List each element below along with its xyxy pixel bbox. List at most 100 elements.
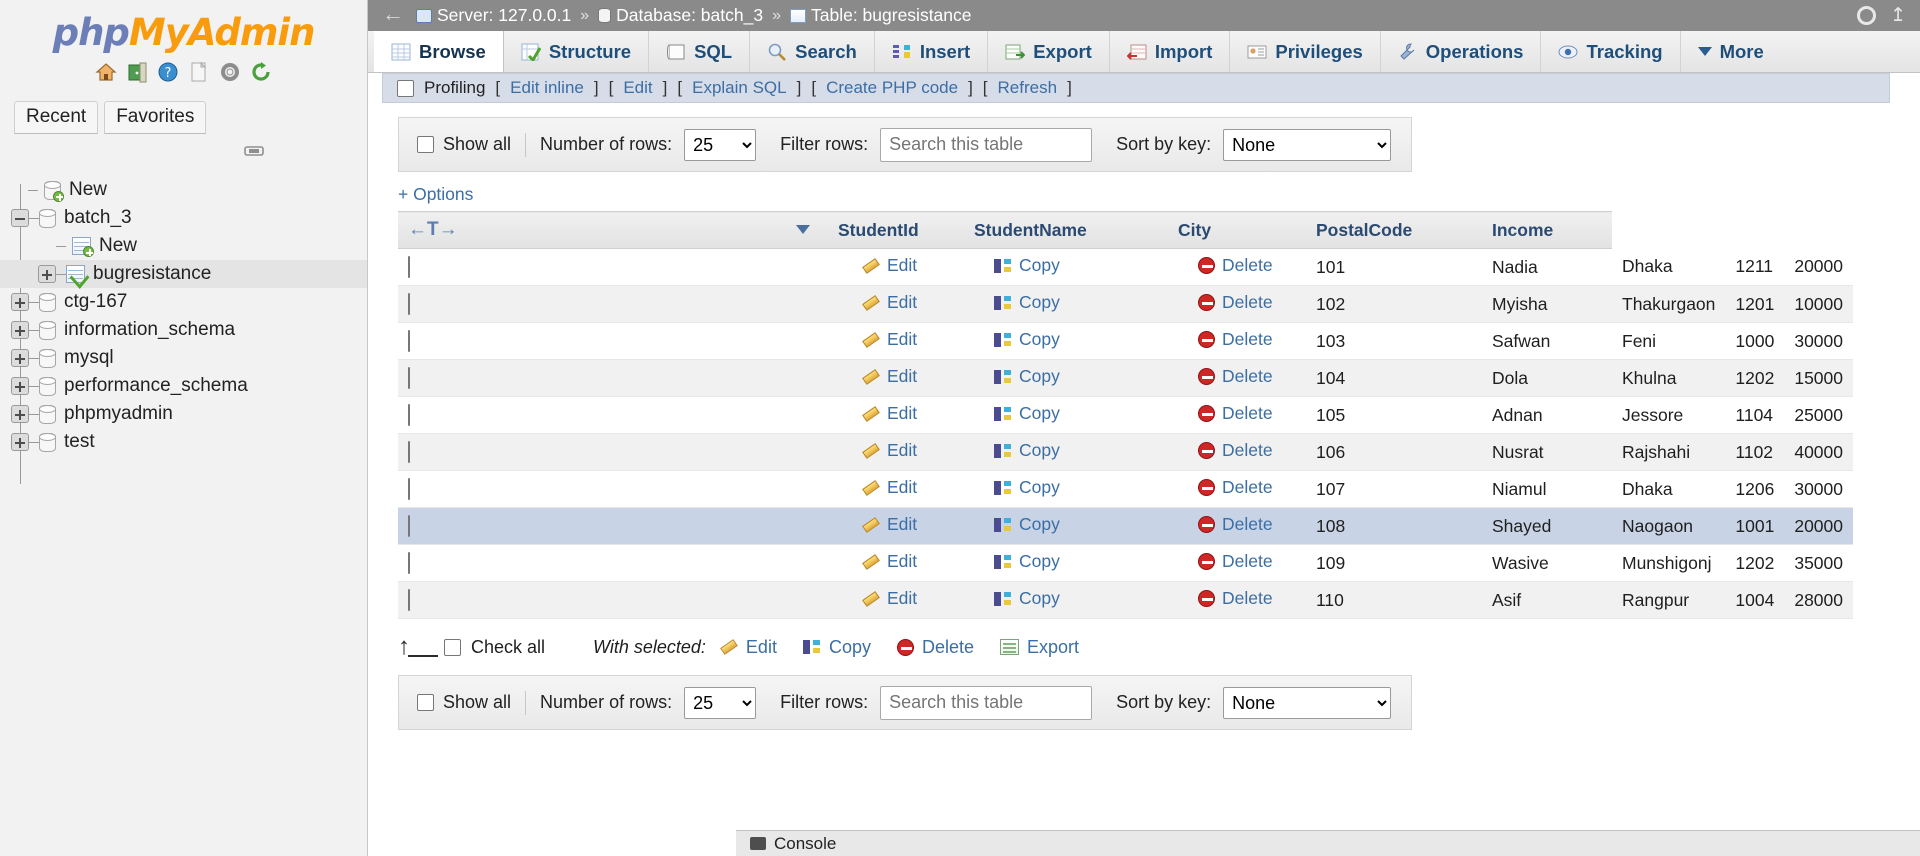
delete-row-button[interactable]: Delete [1198,551,1273,572]
collapse-icon[interactable]: ↥ [1890,4,1906,27]
copy-row-button[interactable]: Copy [994,514,1060,535]
row-copy-cell[interactable]: Copy [964,433,1168,471]
edit-row-button[interactable]: Edit [862,440,917,461]
delete-row-button[interactable]: Delete [1198,403,1273,424]
copy-row-button[interactable]: Copy [994,366,1060,387]
tree-item-performance_schema[interactable]: performance_schema [0,372,367,400]
explain-sql-link[interactable]: Explain SQL [692,78,787,98]
copy-row-button[interactable]: Copy [994,440,1060,461]
row-copy-cell[interactable]: Copy [964,248,1168,286]
delete-row-button[interactable]: Delete [1198,588,1273,609]
row-checkbox[interactable] [408,588,410,611]
show-all-group-bottom[interactable]: Show all [417,692,511,713]
row-checkbox[interactable] [408,255,410,278]
row-checkbox[interactable] [408,551,410,574]
tree-item-ctg-167[interactable]: ctg-167 [0,288,367,316]
delete-row-button[interactable]: Delete [1198,514,1273,535]
row-delete-cell[interactable]: Delete [1168,470,1306,508]
tree-item-bugresistance[interactable]: bugresistance [0,260,367,288]
row-delete-cell[interactable]: Delete [1168,322,1306,360]
table-row[interactable]: Edit Copy Delete 108 Shayed Naogaon 1001 20000 [398,507,1854,545]
copy-row-button[interactable]: Copy [994,588,1060,609]
check-all-checkbox[interactable] [444,638,461,656]
column-header-studentid[interactable]: StudentId [828,211,964,249]
tree-item-test[interactable]: test [0,428,367,456]
column-header-studentname[interactable]: StudentName [964,211,1168,249]
row-copy-cell[interactable]: Copy [964,285,1168,323]
tab-insert[interactable]: Insert [875,31,989,72]
sort-by-key-select-bottom[interactable]: None [1223,686,1392,719]
row-copy-cell[interactable]: Copy [964,359,1168,397]
table-row[interactable]: Edit Copy Delete 109 Wasive Munshigonj 1202 350… [398,544,1854,582]
edit-row-button[interactable]: Edit [862,477,917,498]
row-checkbox[interactable] [408,440,410,463]
bulk-edit-button[interactable]: Edit [720,637,777,658]
edit-row-button[interactable]: Edit [862,403,917,424]
row-edit-cell[interactable]: Edit [828,470,964,508]
table-row[interactable]: Edit Copy Delete 101 Nadia Dhaka 1211 20000 [398,248,1854,286]
number-of-rows-select[interactable]: 25 [684,128,757,161]
logout-icon[interactable] [126,61,148,83]
row-checkbox-cell[interactable] [398,581,828,619]
row-checkbox-cell[interactable] [398,544,828,582]
row-edit-cell[interactable]: Edit [828,359,964,397]
show-all-group[interactable]: Show all [417,134,511,155]
edit-link[interactable]: Edit [623,78,652,98]
tab-structure[interactable]: Structure [504,31,650,72]
tab-recent[interactable]: Recent [14,101,99,134]
row-checkbox[interactable] [408,403,410,426]
chevron-down-icon[interactable] [796,225,810,234]
row-checkbox[interactable] [408,477,410,500]
delete-row-button[interactable]: Delete [1198,329,1273,350]
tab-favorites[interactable]: Favorites [104,101,207,134]
row-edit-cell[interactable]: Edit [828,285,964,323]
row-copy-cell[interactable]: Copy [964,544,1168,582]
delete-row-button[interactable]: Delete [1198,440,1273,461]
row-edit-cell[interactable]: Edit [828,507,964,545]
docs-icon[interactable]: ? [157,61,179,83]
reload-icon[interactable] [250,61,272,83]
copy-row-button[interactable]: Copy [994,292,1060,313]
sort-arrows-icon[interactable]: ←T→ [408,219,818,241]
row-delete-cell[interactable]: Delete [1168,433,1306,471]
expand-plus-icon[interactable] [11,377,29,395]
filter-rows-input-bottom[interactable] [880,685,1093,720]
delete-row-button[interactable]: Delete [1198,477,1273,498]
number-of-rows-select-bottom[interactable]: 25 [684,686,757,719]
tab-operations[interactable]: Operations [1381,31,1542,72]
row-checkbox[interactable] [408,329,410,352]
row-delete-cell[interactable]: Delete [1168,359,1306,397]
edit-row-button[interactable]: Edit [862,255,917,276]
edit-row-button[interactable]: Edit [862,588,917,609]
breadcrumb-server[interactable]: Server: 127.0.0.1 [416,5,571,26]
row-checkbox-cell[interactable] [398,396,828,434]
console-bar[interactable]: Console [736,830,1920,856]
tree-item-information_schema[interactable]: information_schema [0,316,367,344]
settings-icon[interactable] [219,61,241,83]
copy-row-button[interactable]: Copy [994,551,1060,572]
sort-controls-header[interactable]: ←T→ [398,211,828,249]
wiki-icon[interactable] [188,61,210,83]
row-checkbox-cell[interactable] [398,248,828,286]
row-copy-cell[interactable]: Copy [964,322,1168,360]
select-all-arrow-icon[interactable]: ↑ [398,633,444,661]
bulk-copy-button[interactable]: Copy [802,637,871,658]
edit-row-button[interactable]: Edit [862,292,917,313]
tree-item-batch_3[interactable]: batch_3 [0,204,367,232]
row-delete-cell[interactable]: Delete [1168,396,1306,434]
tab-more[interactable]: More [1681,31,1781,72]
tree-item-mysql[interactable]: mysql [0,344,367,372]
delete-row-button[interactable]: Delete [1198,292,1273,313]
column-header-income[interactable]: Income [1482,211,1612,249]
gear-icon[interactable] [1857,6,1877,25]
table-row[interactable]: Edit Copy Delete 107 Niamul Dhaka 1206 30000 [398,470,1854,508]
row-delete-cell[interactable]: Delete [1168,507,1306,545]
delete-row-button[interactable]: Delete [1198,366,1273,387]
row-delete-cell[interactable]: Delete [1168,285,1306,323]
expand-plus-icon[interactable] [11,349,29,367]
phpmyadmin-logo[interactable]: phpMyAdmin ? [0,0,367,87]
filter-rows-input[interactable] [880,127,1093,162]
row-checkbox[interactable] [408,514,410,537]
copy-row-button[interactable]: Copy [994,329,1060,350]
column-header-postalcode[interactable]: PostalCode [1306,211,1482,249]
